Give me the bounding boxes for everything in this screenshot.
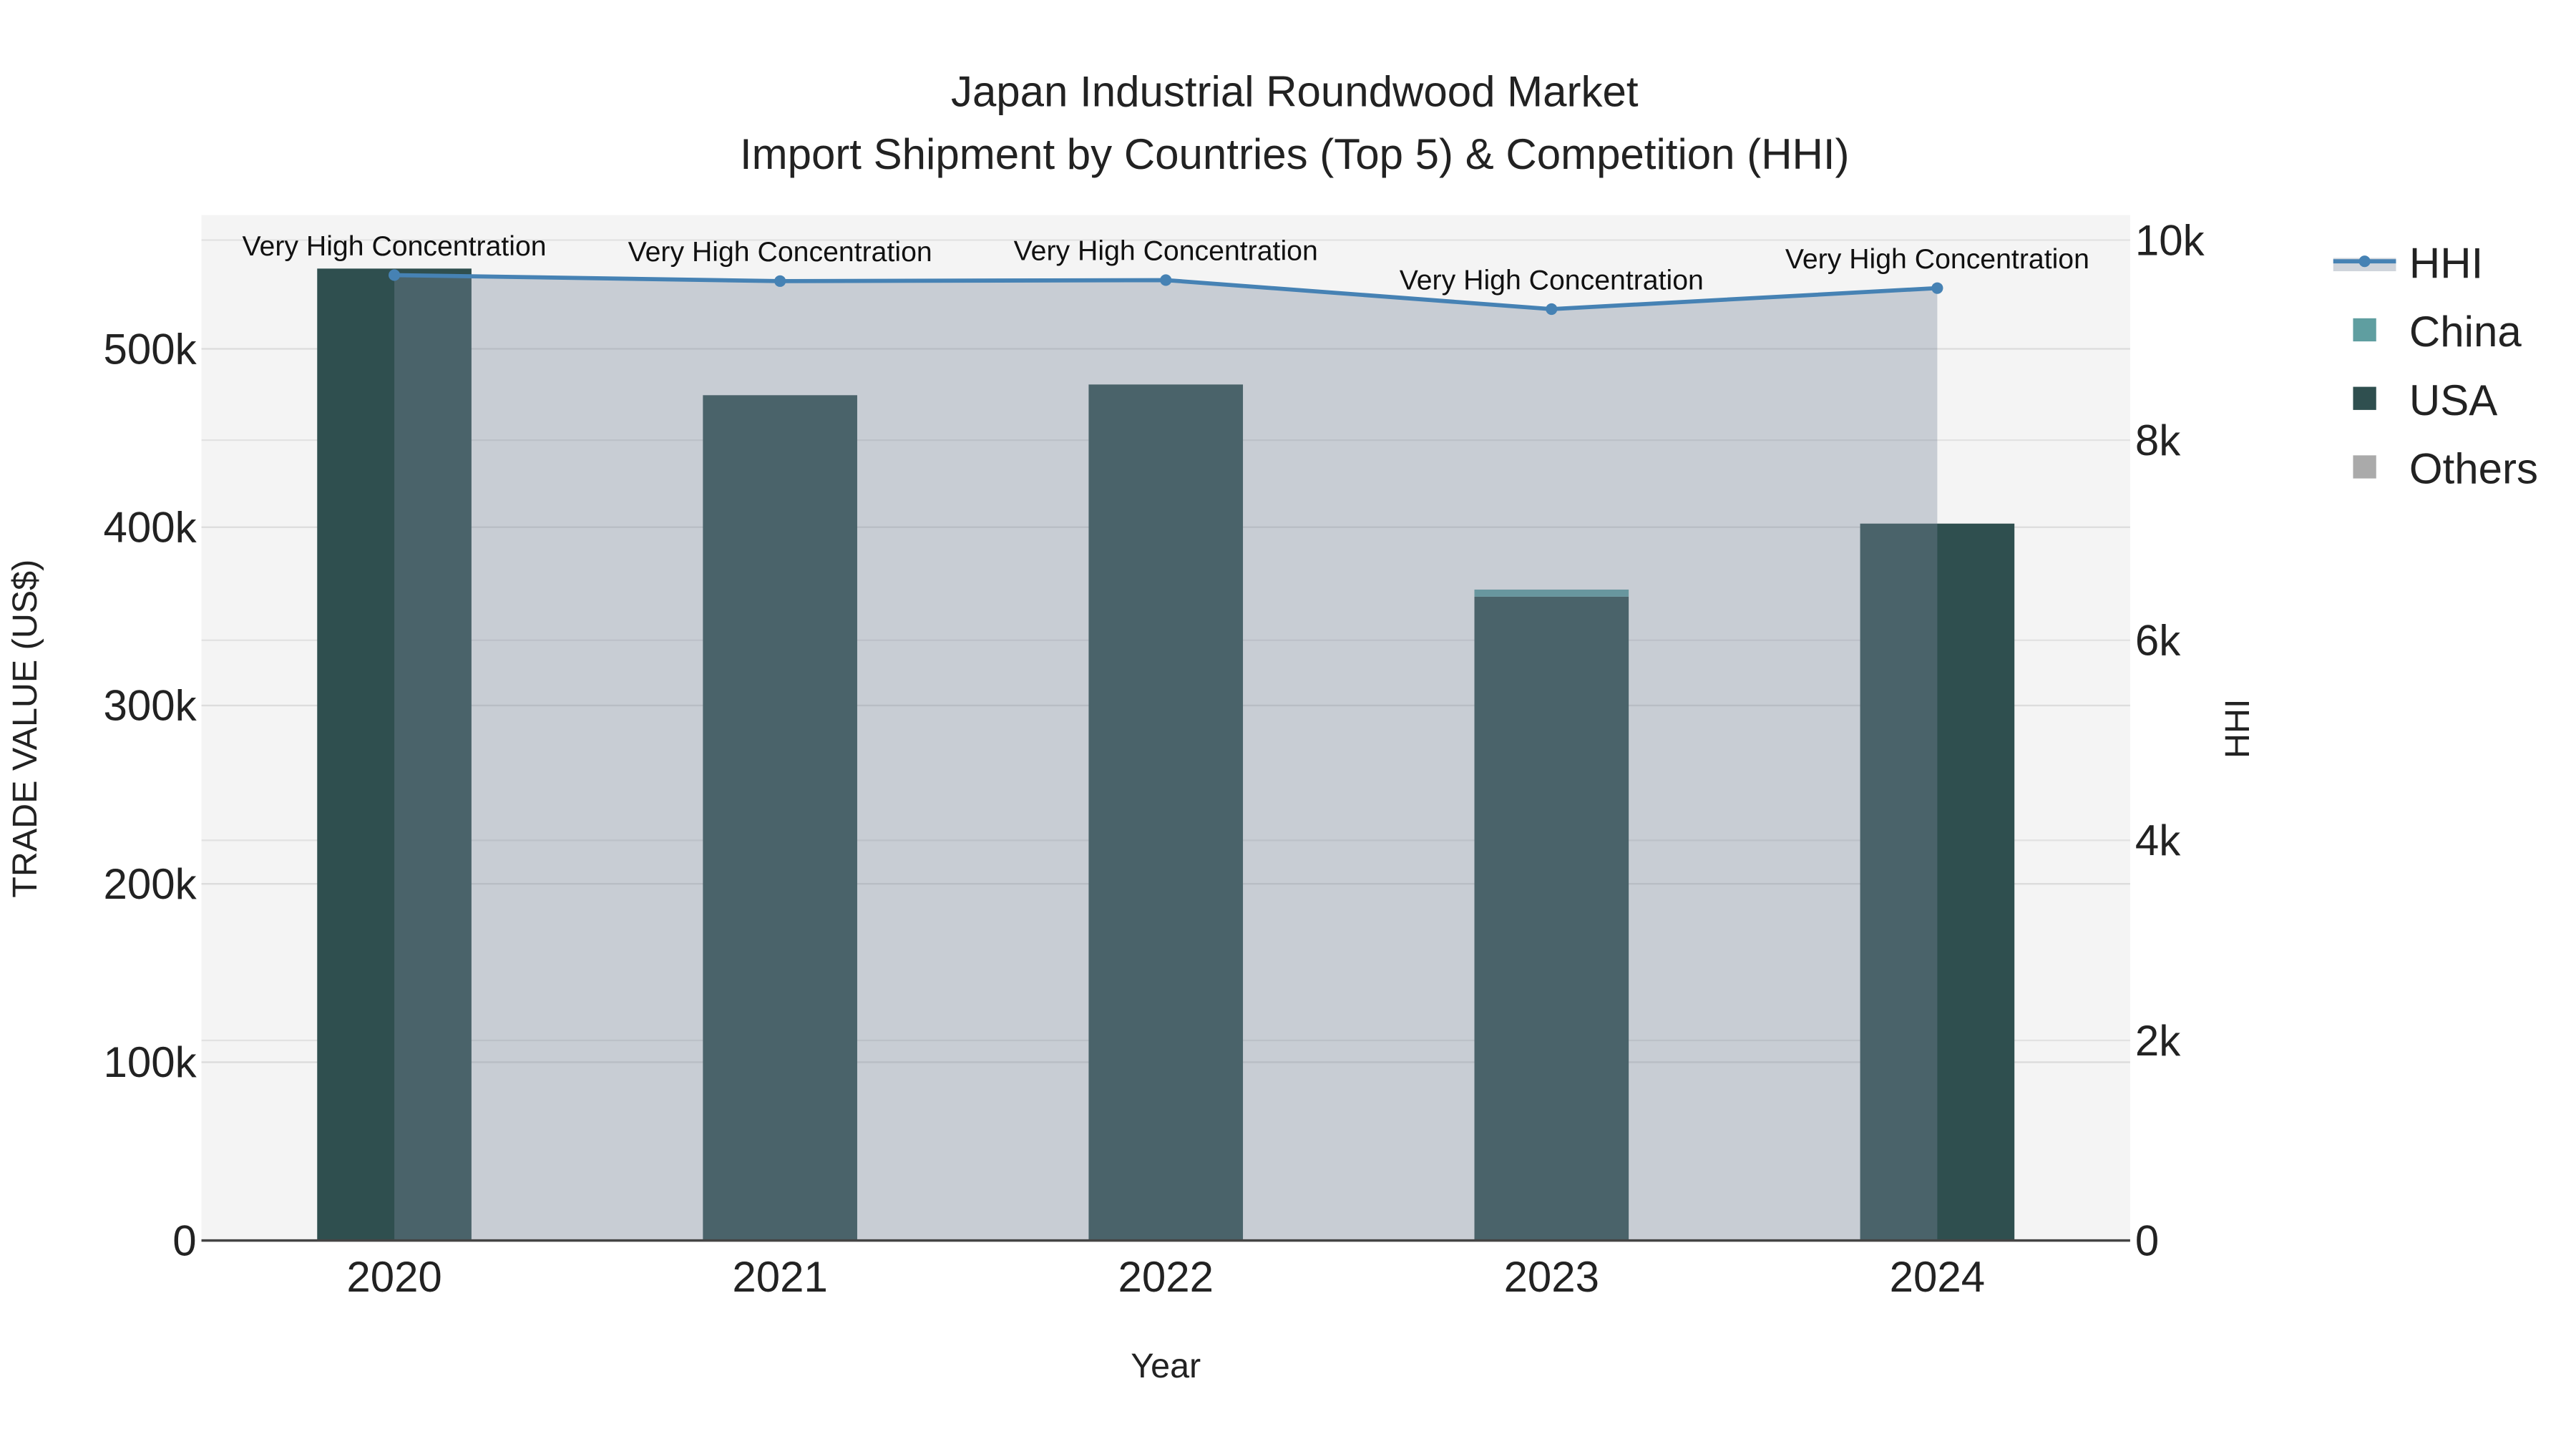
hhi-annotation: Very High Concentration (243, 230, 547, 262)
y2-tick-label: 6k (2135, 617, 2181, 665)
y2-tick-label: 2k (2135, 1017, 2181, 1065)
legend-swatch-usa (2353, 386, 2376, 410)
y-tick-label: 500k (104, 325, 197, 373)
legend-swatch-others (2353, 455, 2376, 479)
hhi-annotation: Very High Concentration (1014, 235, 1318, 267)
y-tick-label: 400k (104, 504, 197, 552)
legend-swatch-china (2353, 318, 2376, 342)
hhi-point-2022 (1160, 274, 1172, 286)
legend-label-china: China (2409, 308, 2522, 356)
legend-label-hhi: HHI (2409, 239, 2483, 287)
legend-hhi-marker (2358, 255, 2371, 268)
hhi-annotation: Very High Concentration (1400, 264, 1704, 296)
x-tick-label: 2024 (1890, 1253, 1985, 1301)
legend-label-usa: USA (2409, 376, 2497, 424)
chart-subtitle: Import Shipment by Countries (Top 5) & C… (740, 130, 1850, 178)
y-tick-label: 300k (104, 682, 197, 730)
x-tick-label: 2021 (732, 1253, 827, 1301)
hhi-point-2021 (774, 275, 786, 287)
x-tick-label: 2022 (1118, 1253, 1213, 1301)
hhi-area (394, 275, 1938, 1241)
y2-axis-label: HHI (2218, 699, 2257, 758)
hhi-annotation: Very High Concentration (628, 236, 932, 268)
x-axis-label: Year (1131, 1347, 1201, 1385)
y2-tick-label: 4k (2135, 816, 2181, 864)
y-tick-label: 100k (104, 1038, 197, 1086)
x-tick-label: 2023 (1504, 1253, 1599, 1301)
y2-tick-label: 8k (2135, 416, 2181, 464)
y2-tick-label: 0 (2135, 1216, 2159, 1264)
legend: HHI China USA Others (2333, 239, 2538, 493)
hhi-point-2024 (1931, 282, 1943, 294)
legend-label-others: Others (2409, 445, 2538, 493)
y-axis-label: TRADE VALUE (US$) (6, 560, 44, 898)
hhi-point-2023 (1546, 303, 1558, 316)
y2-tick-label: 10k (2135, 216, 2205, 264)
hhi-annotation: Very High Concentration (1785, 243, 2089, 275)
x-tick-label: 2020 (346, 1253, 441, 1301)
hhi-point-2020 (389, 269, 401, 281)
chart-title: Japan Industrial Roundwood Market (951, 67, 1639, 115)
chart: Japan Industrial Roundwood Market Import… (6, 67, 2538, 1385)
y-tick-label: 0 (172, 1216, 196, 1264)
y-tick-label: 200k (104, 860, 197, 908)
hhi-series: Very High Concentration Very High Concent… (243, 230, 2089, 1241)
